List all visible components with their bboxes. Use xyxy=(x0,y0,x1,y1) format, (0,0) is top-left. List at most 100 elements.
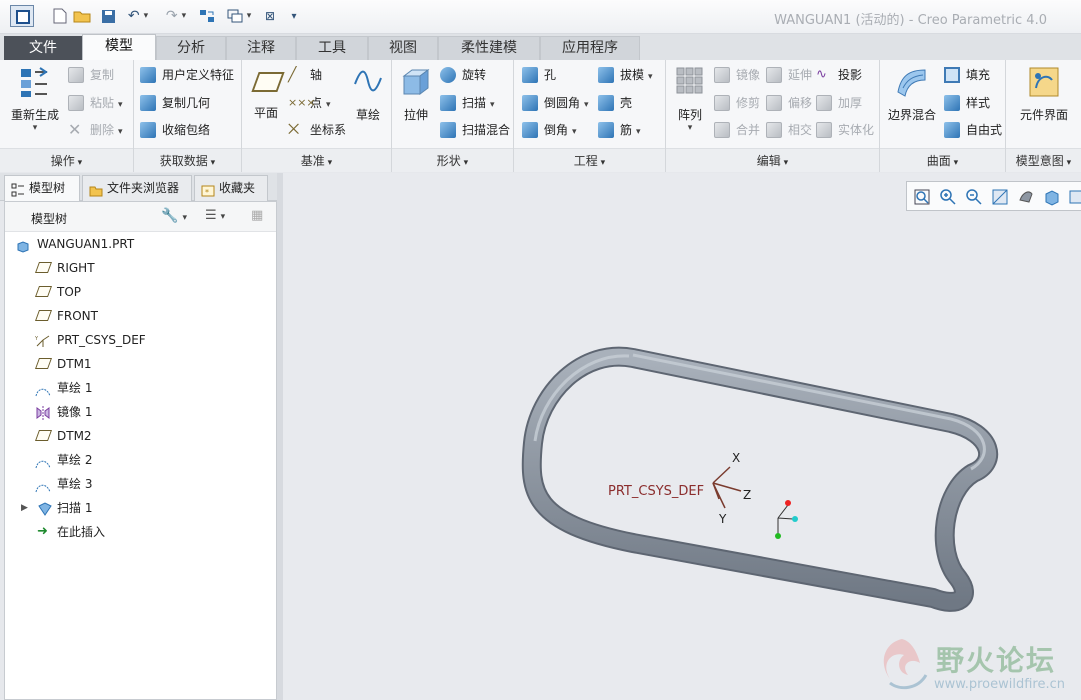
solidify-icon xyxy=(816,122,832,138)
delete-button[interactable]: ✕ 删除 ▾ xyxy=(68,119,123,141)
group-label-datum[interactable]: 基准 xyxy=(242,148,391,172)
shrinkwrap-button[interactable]: 收缩包络 xyxy=(140,119,210,141)
tree-item-csys[interactable]: Y PRT_CSYS_DEF xyxy=(34,329,146,351)
datum-plane-icon xyxy=(34,262,53,273)
graphics-area[interactable]: PRT_CSYS_DEF X Z Y 野火论坛 www.proewildfire… xyxy=(283,173,1081,700)
tree-filter-icon[interactable]: ▦ xyxy=(251,208,263,223)
sweep-tube-model[interactable] xyxy=(521,346,999,612)
watermark-url: www.proewildfire.cn xyxy=(934,677,1065,692)
datum-plane-button[interactable]: 平面 xyxy=(246,64,286,121)
csys-button[interactable]: ⨉ 坐标系 xyxy=(288,119,346,141)
customize-qat-icon[interactable]: ▾ xyxy=(288,6,300,26)
tree-item-top[interactable]: TOP xyxy=(34,281,81,303)
mirror-button[interactable]: 镜像 xyxy=(714,64,760,86)
style-icon xyxy=(944,95,960,111)
group-shapes: 拉伸 旋转 扫描 ▾ 扫描混合 形状 xyxy=(392,60,514,172)
sketch-button[interactable]: 草绘 xyxy=(348,64,388,123)
swept-blend-button[interactable]: 扫描混合 xyxy=(440,119,510,141)
chamfer-button[interactable]: 倒角 ▾ xyxy=(522,119,577,141)
round-button[interactable]: 倒圆角 ▾ xyxy=(522,92,589,114)
tree-item-sketch3[interactable]: 草绘 3 xyxy=(35,473,92,495)
pattern-button[interactable]: 阵列 ▾ xyxy=(670,64,710,133)
tree-item-mirror1[interactable]: 镜像 1 xyxy=(35,401,92,423)
draft-button[interactable]: 拔模 ▾ xyxy=(598,64,653,86)
tree-item-insert-here[interactable]: ➜ 在此插入 xyxy=(35,521,105,543)
intersect-button[interactable]: 相交 xyxy=(766,119,812,141)
chamfer-icon xyxy=(522,122,538,138)
tab-favorites[interactable]: * 收藏夹 xyxy=(194,175,268,201)
group-label-model-intent[interactable]: 模型意图 xyxy=(1006,148,1081,172)
tab-model[interactable]: 模型 xyxy=(82,34,156,61)
offset-button[interactable]: 偏移 xyxy=(766,92,812,114)
trim-button[interactable]: 修剪 xyxy=(714,92,760,114)
app-menu-icon[interactable] xyxy=(10,5,34,27)
model-tree-header: 模型树 🔧 ▾ ☰ ▾ ▦ xyxy=(5,202,276,232)
csys-label: PRT_CSYS_DEF xyxy=(608,484,705,499)
open-folder-icon[interactable] xyxy=(72,6,92,26)
tab-file[interactable]: 文件 xyxy=(4,36,82,60)
windows-icon[interactable]: ▾ xyxy=(222,6,256,26)
paste-button[interactable]: 粘贴 ▾ xyxy=(68,92,123,114)
title-bar: ↶ ▾ ↷ ▾ ▾ ⊠ ▾ WANGUAN1 (活动的) - Creo Parame… xyxy=(0,0,1081,34)
tab-annotate[interactable]: 注释 xyxy=(226,36,296,60)
merge-button[interactable]: 合并 xyxy=(714,119,760,141)
style-button[interactable]: 样式 xyxy=(944,92,990,114)
undo-icon[interactable]: ↶ ▾ xyxy=(122,6,154,26)
tree-item-front[interactable]: FRONT xyxy=(34,305,98,327)
revolve-button[interactable]: 旋转 xyxy=(440,64,486,86)
regenerate-button[interactable]: 重新生成 ▾ xyxy=(6,64,64,133)
udf-button[interactable]: 用户定义特征 xyxy=(140,64,234,86)
project-button[interactable]: ∿ 投影 xyxy=(816,64,862,86)
tab-tools[interactable]: 工具 xyxy=(296,36,368,60)
datum-point-button[interactable]: ××× 点 ▾ xyxy=(288,92,331,114)
hole-button[interactable]: 孔 xyxy=(522,64,556,86)
redo-icon[interactable]: ↷ ▾ xyxy=(160,6,192,26)
thicken-button[interactable]: 加厚 xyxy=(816,92,862,114)
paste-icon xyxy=(68,95,84,111)
group-label-engineering[interactable]: 工程 xyxy=(514,148,665,172)
sweep-button[interactable]: 扫描 ▾ xyxy=(440,92,495,114)
group-label-surfaces[interactable]: 曲面 xyxy=(880,148,1005,172)
fill-button[interactable]: 填充 xyxy=(944,64,990,86)
group-label-operations[interactable]: 操作 xyxy=(0,148,133,172)
extend-button[interactable]: 延伸 xyxy=(766,64,812,86)
extrude-icon xyxy=(400,66,432,100)
extrude-button[interactable]: 拉伸 xyxy=(396,64,436,123)
tree-item-dtm1[interactable]: DTM1 xyxy=(34,353,92,375)
tree-item-sketch1[interactable]: 草绘 1 xyxy=(35,377,92,399)
regenerate-icon[interactable] xyxy=(197,6,217,26)
group-label-shapes[interactable]: 形状 xyxy=(392,148,513,172)
component-interface-button[interactable]: 元件界面 xyxy=(1012,64,1076,123)
sketch-icon xyxy=(35,478,51,493)
group-model-intent: 元件界面 模型意图 xyxy=(1006,60,1081,172)
solidify-button[interactable]: 实体化 xyxy=(816,119,874,141)
group-label-get-data[interactable]: 获取数据 xyxy=(134,148,241,172)
tab-folder-browser[interactable]: 文件夹浏览器 xyxy=(82,175,192,201)
tab-applications[interactable]: 应用程序 xyxy=(540,36,640,60)
copy-button[interactable]: 复制 xyxy=(68,64,114,86)
close-window-icon[interactable]: ⊠ xyxy=(262,6,278,26)
datum-axis-button[interactable]: ╱ 轴 xyxy=(288,64,322,86)
freestyle-button[interactable]: 自由式 xyxy=(944,119,1002,141)
tab-view[interactable]: 视图 xyxy=(368,36,438,60)
tab-analysis[interactable]: 分析 xyxy=(156,36,226,60)
group-label-editing[interactable]: 编辑 xyxy=(666,148,879,172)
boundary-blend-button[interactable]: 边界混合 xyxy=(884,64,940,123)
expand-arrow-icon[interactable]: ▶ xyxy=(21,497,28,519)
project-icon: ∿ xyxy=(816,67,827,82)
tree-item-sweep1[interactable]: ▶ 扫描 1 xyxy=(19,497,92,519)
datum-plane-icon xyxy=(34,286,53,297)
tree-item-sketch2[interactable]: 草绘 2 xyxy=(35,449,92,471)
save-icon[interactable] xyxy=(98,6,118,26)
new-file-icon[interactable] xyxy=(50,6,70,26)
copy-geometry-button[interactable]: 复制几何 xyxy=(140,92,210,114)
tab-model-tree[interactable]: 模型树 xyxy=(4,175,80,201)
tree-item-part[interactable]: WANGUAN1.PRT xyxy=(15,233,134,255)
tab-flexible-modeling[interactable]: 柔性建模 xyxy=(438,36,540,60)
tree-item-dtm2[interactable]: DTM2 xyxy=(34,425,92,447)
tree-columns-icon[interactable]: ☰ ▾ xyxy=(205,208,225,223)
tree-settings-icon[interactable]: 🔧 ▾ xyxy=(161,208,187,224)
tree-item-right[interactable]: RIGHT xyxy=(34,257,95,279)
shell-button[interactable]: 壳 xyxy=(598,92,632,114)
rib-button[interactable]: 筋 ▾ xyxy=(598,119,641,141)
